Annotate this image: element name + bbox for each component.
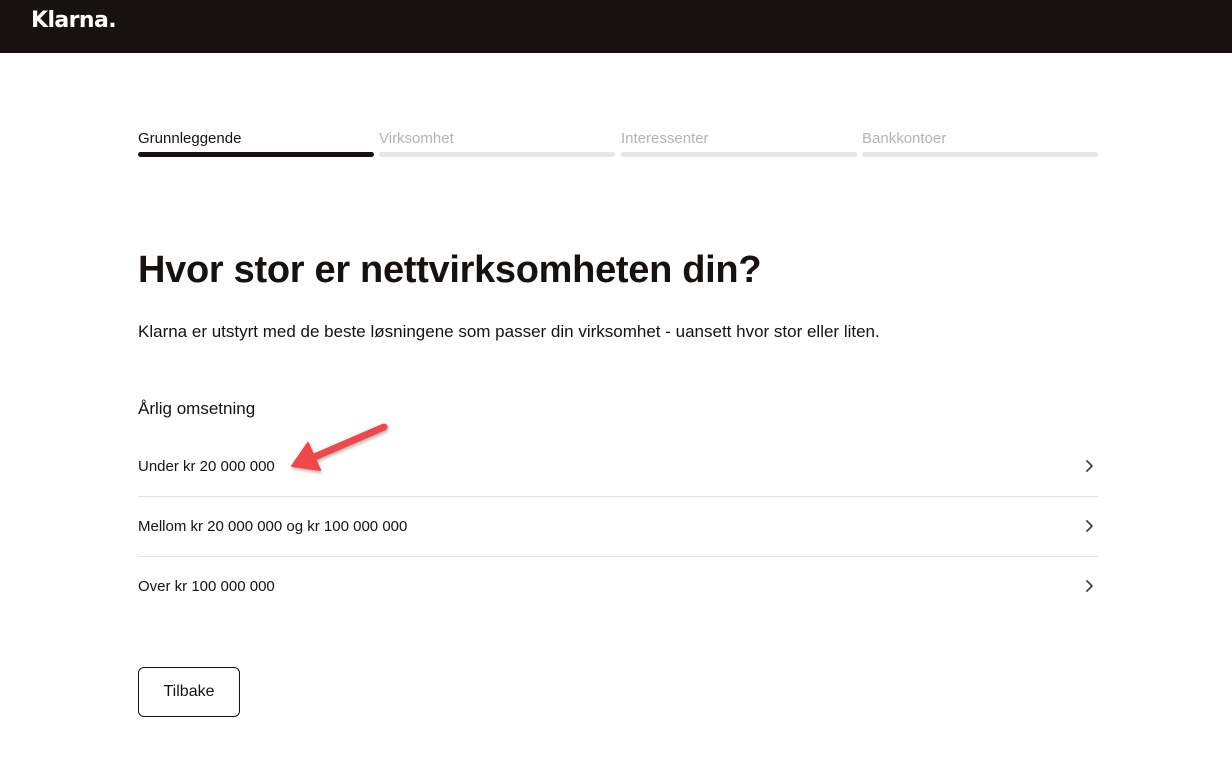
step-progress-bar xyxy=(379,152,615,157)
option-20m-to-100m[interactable]: Mellom kr 20 000 000 og kr 100 000 000 xyxy=(138,497,1098,557)
red-arrow-icon xyxy=(291,423,388,471)
step-progress-bar xyxy=(138,152,374,157)
step-label: Interessenter xyxy=(621,130,709,147)
option-label: Over kr 100 000 000 xyxy=(138,578,275,595)
step-bankkontoer: Bankkontoer xyxy=(862,128,1098,160)
step-virksomhet: Virksomhet xyxy=(379,128,615,160)
option-label: Mellom kr 20 000 000 og kr 100 000 000 xyxy=(138,518,408,535)
top-bar: Klarna. xyxy=(0,0,1232,53)
step-grunnleggende: Grunnleggende xyxy=(138,128,374,160)
option-over-100m[interactable]: Over kr 100 000 000 xyxy=(138,557,1098,617)
progress-steps: Grunnleggende Virksomhet Interessenter B… xyxy=(138,128,1098,160)
step-interessenter: Interessenter xyxy=(621,128,857,160)
step-label: Grunnleggende xyxy=(138,130,242,147)
intro-text: Klarna er utstyrt med de beste løsningen… xyxy=(138,322,880,341)
klarna-logo[interactable]: Klarna. xyxy=(31,8,117,33)
page-title: Hvor stor er nettvirksomheten din? xyxy=(138,249,762,291)
chevron-right-icon xyxy=(1086,520,1093,532)
option-label: Under kr 20 000 000 xyxy=(138,458,275,475)
back-button[interactable]: Tilbake xyxy=(138,667,240,717)
step-label: Virksomhet xyxy=(379,130,454,147)
step-progress-bar xyxy=(862,152,1098,157)
step-progress-bar xyxy=(621,152,857,157)
chevron-right-icon xyxy=(1086,580,1093,592)
chevron-right-icon xyxy=(1086,460,1093,472)
step-label: Bankkontoer xyxy=(862,130,947,147)
revenue-section-label: Årlig omsetning xyxy=(138,399,256,418)
